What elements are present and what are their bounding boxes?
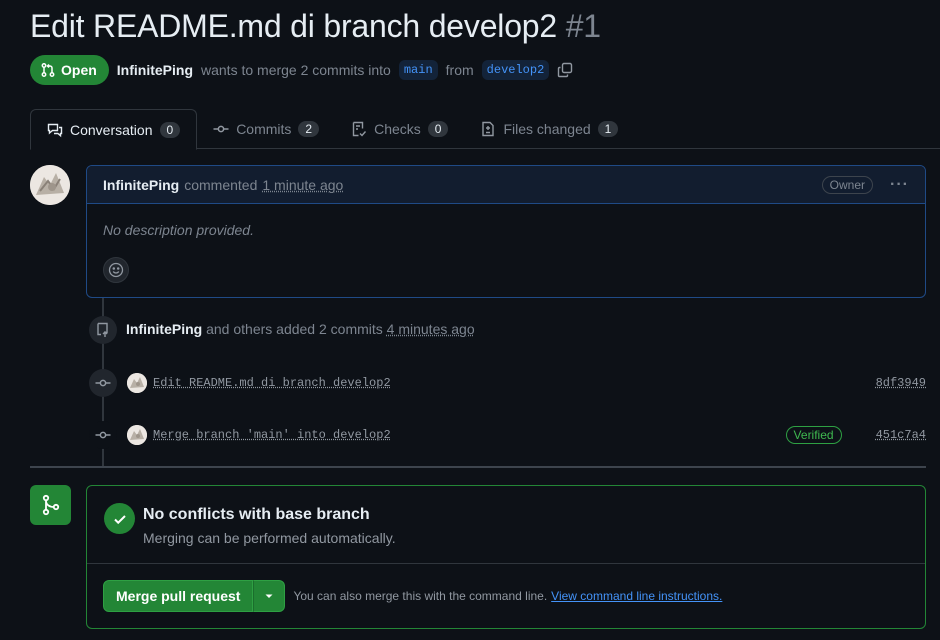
status-label: Open: [61, 62, 97, 78]
pr-author-link[interactable]: InfinitePing: [117, 62, 193, 78]
checklist-icon: [352, 121, 367, 137]
merge-pull-request-button[interactable]: Merge pull request: [103, 580, 254, 612]
comment-body: No description provided.: [103, 222, 254, 238]
comment-author-link[interactable]: InfinitePing: [103, 177, 179, 193]
pr-tabs: Conversation 0 Commits 2 Checks 0 Files …: [30, 109, 940, 150]
git-commit-icon: [213, 125, 229, 133]
comment-discussion-icon: [47, 123, 63, 137]
pr-title: Edit README.md di branch develop2: [30, 8, 557, 44]
avatar[interactable]: [30, 165, 70, 205]
comment-time-link[interactable]: 1 minute ago: [262, 177, 343, 193]
merge-status-title: No conflicts with base branch: [143, 506, 370, 523]
git-commit-icon: [95, 431, 111, 439]
tab-files-changed[interactable]: Files changed 1: [464, 109, 634, 149]
check-icon: [113, 514, 126, 524]
tab-label: Commits: [236, 121, 292, 137]
triangle-down-icon: [265, 594, 273, 598]
commit-avatar[interactable]: [127, 425, 147, 445]
from-text: from: [445, 62, 474, 78]
page-title: Edit README.md di branch develop2 #1: [30, 8, 601, 45]
avatar-image-icon: [127, 425, 147, 445]
merge-cli-note: You can also merge this with the command…: [293, 589, 548, 603]
comment-box: InfinitePing commented 1 minute ago Owne…: [86, 165, 926, 298]
timeline-push-badge: [89, 316, 117, 344]
merge-options-dropdown[interactable]: [253, 580, 286, 612]
pr-number: #1: [565, 8, 601, 44]
merge-text: wants to merge 2 commits into: [201, 62, 391, 78]
timeline-divider: [30, 466, 926, 468]
commit-sha-link[interactable]: 451c7a4: [876, 428, 926, 442]
commit-sha-link[interactable]: 8df3949: [876, 376, 926, 390]
push-event: InfinitePing and others added 2 commits …: [126, 321, 475, 337]
tab-label: Files changed: [503, 121, 591, 137]
head-branch-link[interactable]: develop2: [481, 60, 550, 80]
base-branch-link[interactable]: main: [398, 60, 438, 80]
tab-label: Conversation: [70, 121, 153, 138]
commit-message-link[interactable]: Merge branch 'main' into develop2: [153, 428, 391, 442]
comment-action: commented: [184, 176, 258, 193]
tab-commits[interactable]: Commits 2: [197, 109, 335, 149]
avatar-image-icon: [127, 373, 147, 393]
tab-checks[interactable]: Checks 0: [335, 109, 464, 149]
timeline-commit-badge: [89, 369, 117, 397]
copy-icon[interactable]: [557, 62, 573, 78]
check-circle: [104, 503, 135, 534]
tab-label: Checks: [374, 121, 421, 137]
commit-avatar[interactable]: [127, 373, 147, 393]
verified-badge[interactable]: Verified: [785, 426, 842, 444]
merge-box: No conflicts with base branch Merging ca…: [86, 485, 926, 629]
owner-badge: Owner: [821, 175, 874, 194]
commit-row: Merge branch 'main' into develop2 Verifi…: [127, 424, 926, 446]
repo-push-icon: [97, 322, 108, 337]
avatar-image-icon: [30, 165, 70, 205]
tab-counter: 0: [427, 121, 449, 137]
merge-status-badge: [30, 485, 71, 525]
merge-status-subtitle: Merging can be performed automatically.: [143, 530, 396, 546]
git-pull-request-icon: [41, 63, 55, 77]
tab-conversation[interactable]: Conversation 0: [30, 109, 198, 150]
git-merge-icon: [42, 494, 59, 516]
status-badge: Open: [30, 55, 109, 85]
git-commit-icon: [95, 379, 111, 387]
tab-counter: 0: [159, 121, 181, 138]
commit-row: Edit README.md di branch develop2 8df394…: [127, 372, 926, 394]
push-author-link[interactable]: InfinitePing: [126, 321, 202, 337]
commit-message-link[interactable]: Edit README.md di branch develop2: [153, 376, 391, 390]
smiley-icon: [108, 262, 124, 278]
merge-actions: Merge pull request You can also merge th…: [87, 564, 925, 628]
add-reaction-button[interactable]: [103, 257, 129, 283]
push-text: and others added 2 commits: [206, 321, 383, 337]
file-diff-icon: [482, 121, 495, 137]
push-time-link[interactable]: 4 minutes ago: [387, 321, 475, 337]
comment-menu-icon[interactable]: ···: [890, 176, 909, 194]
tab-counter: 1: [597, 121, 619, 137]
merge-status: No conflicts with base branch Merging ca…: [87, 486, 925, 564]
tab-counter: 2: [298, 121, 320, 137]
comment-header: InfinitePing commented 1 minute ago Owne…: [87, 166, 925, 204]
cli-instructions-link[interactable]: View command line instructions.: [551, 589, 722, 603]
timeline-commit-badge: [89, 421, 117, 449]
pr-state-row: Open InfinitePing wants to merge 2 commi…: [30, 55, 573, 85]
